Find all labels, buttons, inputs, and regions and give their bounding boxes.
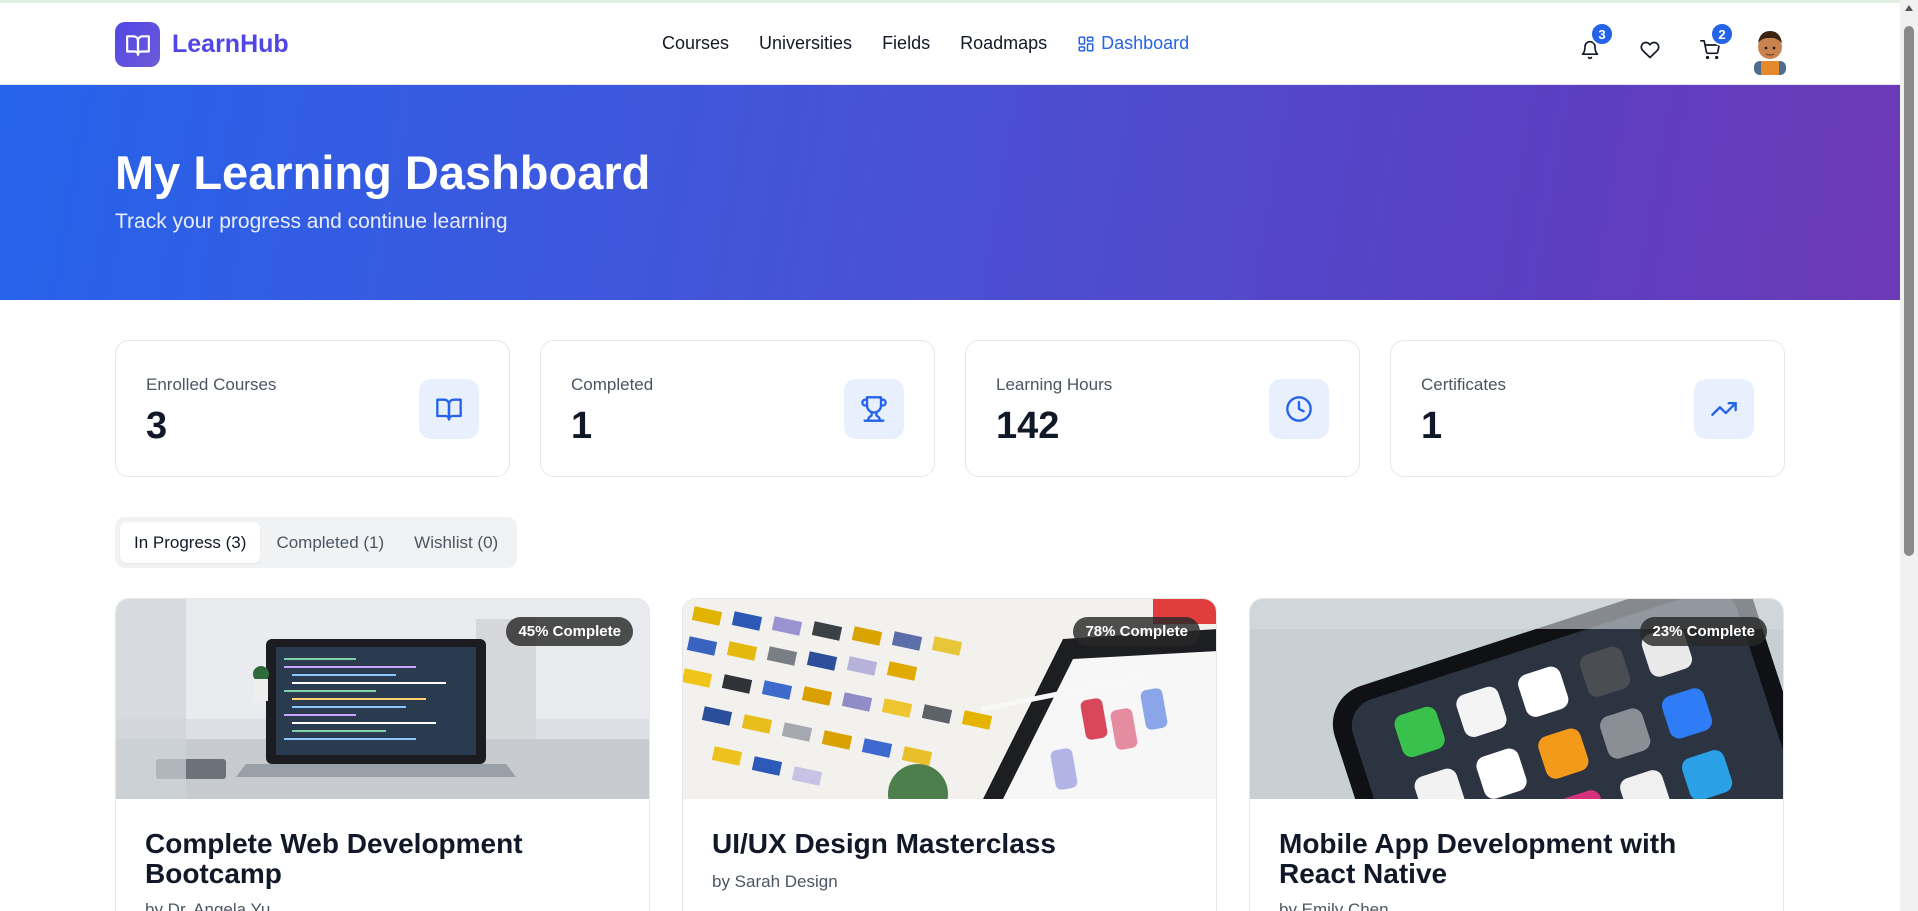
- course-title[interactable]: UI/UX Design Masterclass: [712, 829, 1182, 859]
- course-card[interactable]: 78% Complete UI/UX Design Masterclass by…: [682, 598, 1217, 911]
- course-title[interactable]: Complete Web Development Bootcamp: [145, 829, 615, 889]
- course-thumbnail-laptop-code: 45% Complete: [116, 599, 649, 799]
- course-thumbnail-phone-apps: 23% Complete: [1250, 599, 1783, 799]
- cart-count-badge: 2: [1710, 22, 1734, 46]
- open-book-logo-icon: [115, 22, 160, 67]
- nav-universities[interactable]: Universities: [759, 33, 852, 54]
- course-author: by Dr. Angela Yu: [145, 900, 271, 911]
- tab-in-progress[interactable]: In Progress (3): [120, 522, 261, 563]
- page-title: My Learning Dashboard: [115, 146, 651, 199]
- avatar[interactable]: [1748, 25, 1792, 75]
- stat-card-hours: Learning Hours 142: [965, 340, 1360, 477]
- wishlist-button[interactable]: [1626, 30, 1674, 70]
- stat-card-enrolled: Enrolled Courses 3: [115, 340, 510, 477]
- dashboard-hero: My Learning Dashboard Track your progres…: [0, 85, 1900, 300]
- tab-wishlist[interactable]: Wishlist (0): [400, 522, 512, 563]
- nav-dashboard[interactable]: Dashboard: [1077, 33, 1189, 54]
- course-author: by Sarah Design: [712, 872, 838, 891]
- top-navbar: LearnHub Courses Universities Fields Roa…: [0, 3, 1900, 85]
- cart-button[interactable]: 2: [1686, 22, 1734, 70]
- notifications-count-badge: 3: [1590, 22, 1614, 46]
- course-title[interactable]: Mobile App Development with React Native: [1279, 829, 1749, 889]
- stat-card-completed: Completed 1: [540, 340, 935, 477]
- progress-badge: 23% Complete: [1640, 617, 1767, 646]
- heart-icon: [1640, 41, 1660, 59]
- stat-label: Enrolled Courses: [146, 375, 277, 394]
- course-tabs: In Progress (3) Completed (1) Wishlist (…: [115, 517, 518, 568]
- logo-text: LearnHub: [172, 30, 289, 58]
- nav-dashboard-label: Dashboard: [1101, 33, 1190, 53]
- course-card[interactable]: 45% Complete Complete Web Development Bo…: [115, 598, 650, 911]
- stat-label: Completed: [571, 375, 654, 394]
- grid-icon: [1078, 36, 1094, 51]
- stat-label: Learning Hours: [996, 375, 1113, 394]
- course-author: by Emily Chen: [1279, 900, 1389, 911]
- clock-icon: [1269, 379, 1329, 439]
- trending-up-icon: [1694, 379, 1754, 439]
- course-card[interactable]: 23% Complete Mobile App Development with…: [1249, 598, 1784, 911]
- book-icon: [419, 379, 479, 439]
- trophy-icon: [844, 379, 904, 439]
- nav-fields[interactable]: Fields: [882, 33, 930, 54]
- nav-roadmaps[interactable]: Roadmaps: [960, 33, 1047, 54]
- stat-card-certificates: Certificates 1: [1390, 340, 1785, 477]
- page-scrollbar[interactable]: [1900, 0, 1918, 911]
- stat-value: 3: [146, 405, 168, 447]
- page-subtitle: Track your progress and continue learnin…: [115, 210, 508, 233]
- stats-row: Enrolled Courses 3 Completed 1 Learning …: [115, 340, 1785, 477]
- course-thumbnail-color-swatches: 78% Complete: [683, 599, 1216, 799]
- stat-label: Certificates: [1421, 375, 1507, 394]
- stat-value: 1: [1421, 405, 1443, 447]
- header-actions: 3 2: [1566, 22, 1792, 75]
- stat-value: 1: [571, 405, 593, 447]
- nav-courses[interactable]: Courses: [662, 33, 729, 54]
- scroll-up-arrow-icon[interactable]: [1905, 5, 1913, 11]
- main-nav: Courses Universities Fields Roadmaps Das…: [662, 33, 1189, 54]
- notifications-button[interactable]: 3: [1566, 22, 1614, 70]
- tab-completed[interactable]: Completed (1): [262, 522, 398, 563]
- progress-badge: 78% Complete: [1073, 617, 1200, 646]
- scrollbar-thumb[interactable]: [1904, 26, 1914, 556]
- progress-badge: 45% Complete: [506, 617, 633, 646]
- course-grid: 45% Complete Complete Web Development Bo…: [115, 598, 1784, 911]
- logo[interactable]: LearnHub: [115, 22, 289, 67]
- stat-value: 142: [996, 405, 1060, 447]
